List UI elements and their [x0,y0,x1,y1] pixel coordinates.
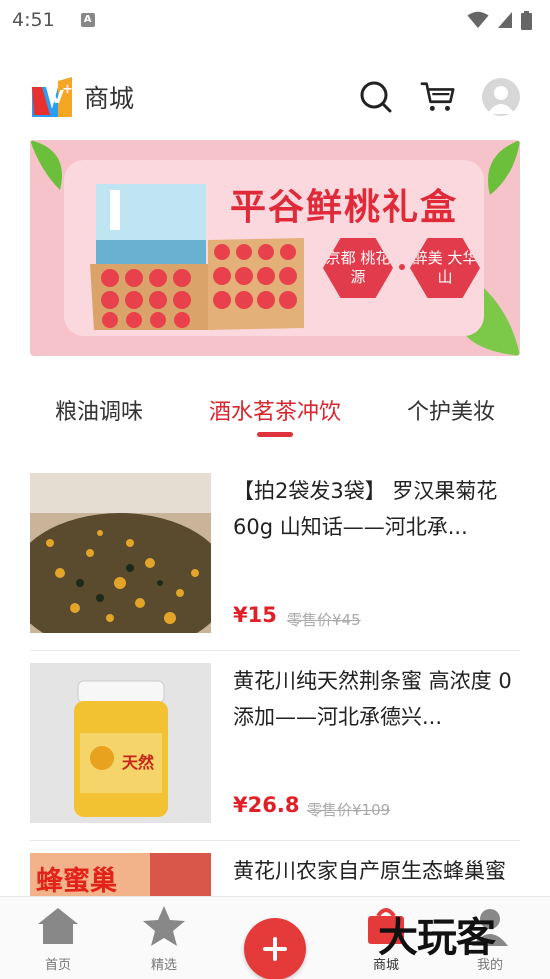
product-original-price: 零售价¥109 [307,801,391,819]
product-image-honey-jar: 天然 [30,663,211,823]
avatar[interactable] [482,78,520,116]
tab-grain-oil[interactable]: 粮油调味 [55,388,143,438]
tab-active-indicator [257,432,293,437]
nav-featured[interactable]: 精选 [134,903,194,973]
product-price: ¥26.8 [233,793,300,817]
list-item[interactable]: 蜂蜜巢 黄花川农家自产原生态蜂巢蜜500g*1盒——河北承... [30,853,520,896]
plus-icon [263,937,287,961]
battery-icon [521,10,532,30]
status-bar: 4:51 A [0,0,550,40]
image-label-text: 蜂蜜巢 [36,866,117,896]
home-icon [38,908,78,944]
cart-button[interactable] [420,79,456,115]
list-item[interactable]: 天然 黄花川纯天然荆条蜜 高浓度 0添加——河北承德兴... ¥26.8 零售价… [30,663,520,853]
svg-text:+: + [62,82,73,97]
promo-banner[interactable]: 平谷鲜桃礼盒 京都 桃花源 醉美 大华山 [30,140,520,356]
product-image-honeycomb: 蜂蜜巢 [30,853,211,896]
page-title: 商城 [84,84,135,113]
jar-label-text: 天然 [122,753,155,772]
nav-home[interactable]: 首页 [28,903,88,973]
product-original-price: 零售价¥45 [287,611,361,629]
status-time: 4:51 [12,9,55,31]
search-icon [360,81,392,113]
tab-drinks-tea[interactable]: 酒水茗茶冲饮 [209,388,341,438]
watermark-text: 大玩客 [378,915,496,961]
wifi-icon [467,11,489,28]
divider [30,650,520,651]
product-name: 黄花川纯天然荆条蜜 高浓度 0添加——河北承德兴... [233,669,512,729]
product-name: 【拍2袋发3袋】 罗汉果菊花60g 山知话——河北承... [233,479,498,539]
signal-icon [498,12,512,28]
category-tabs: 粮油调味 酒水茗茶冲饮 个护美妆 [30,388,520,438]
star-icon [143,906,185,946]
nav-featured-label: 精选 [150,958,177,973]
cart-icon [420,82,455,111]
banner-dot [399,264,405,270]
product-price: ¥15 [233,603,277,627]
a-square-icon: A [80,13,95,27]
banner-headline: 平谷鲜桃礼盒 [230,187,459,228]
add-button[interactable] [244,918,306,979]
product-image-herbal-tea [30,473,211,633]
user-icon [487,86,515,114]
status-icons [467,10,532,30]
tab-personal-care[interactable]: 个护美妆 [407,388,495,438]
nav-home-label: 首页 [44,958,71,973]
vplus-logo: V + [30,77,74,117]
product-name: 黄花川农家自产原生态蜂巢蜜500g*1盒——河北承... [233,859,506,896]
divider [30,840,520,841]
app-header: V + 商城 [30,70,520,124]
list-item[interactable]: 【拍2袋发3袋】 罗汉果菊花60g 山知话——河北承... ¥15 零售价¥45 [30,473,520,663]
search-button[interactable] [358,79,394,115]
